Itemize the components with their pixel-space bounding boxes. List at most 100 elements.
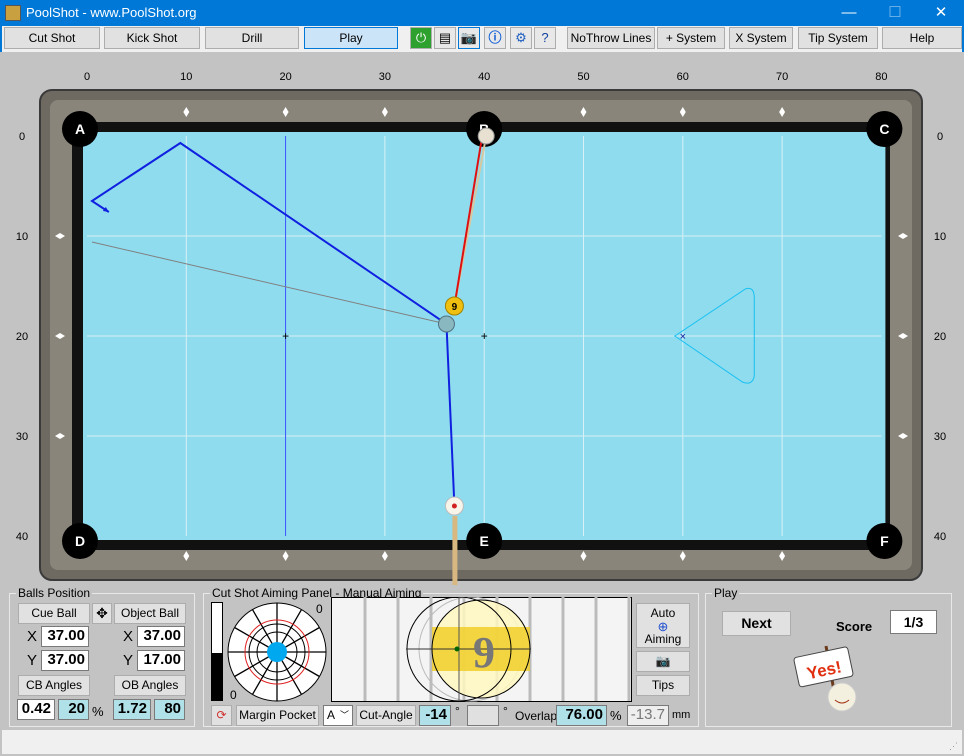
ob-x-field[interactable]: 37.00 xyxy=(137,626,185,647)
ghost-ball xyxy=(437,315,455,333)
app-icon xyxy=(5,5,21,21)
cb-angle-field-2[interactable]: 20 xyxy=(58,699,89,720)
x-system-button[interactable]: X System xyxy=(729,27,793,49)
pool-table[interactable]: 01020304050607080001010202030304040ABCDE… xyxy=(0,52,964,585)
cb-angles-button[interactable]: CB Angles xyxy=(18,675,90,696)
window-title: PoolShot - www.PoolShot.org xyxy=(26,5,197,20)
ob-x-label: X xyxy=(123,628,134,645)
score-label: Score xyxy=(836,619,873,634)
ball-number: 9 xyxy=(473,628,495,677)
center-spot-icon: + xyxy=(481,329,488,343)
score-value: 1/3 xyxy=(890,610,937,634)
x-tick-label: 10 xyxy=(180,71,192,83)
margin-pocket-button[interactable]: Margin Pocket xyxy=(236,705,319,726)
balls-position-title: Balls Position xyxy=(16,586,93,600)
camera-icon[interactable]: 📷 xyxy=(458,27,480,49)
object-ball-number: 9 xyxy=(452,302,458,313)
pocket-label: D xyxy=(75,533,85,549)
cut-angle-field[interactable]: -14 xyxy=(419,705,451,726)
cb-y-label: Y xyxy=(27,652,38,669)
power-bar[interactable] xyxy=(211,602,223,701)
maximize-button[interactable]: ☐ xyxy=(872,0,918,26)
cue-tip-target[interactable] xyxy=(227,602,327,702)
ob-angle-field-1[interactable]: 1.72 xyxy=(113,699,151,720)
minimize-button[interactable]: — xyxy=(826,0,872,26)
kick-shot-button[interactable]: Kick Shot xyxy=(104,27,200,49)
help-doc-icon[interactable]: ? xyxy=(534,27,556,49)
y-tick-label: 30 xyxy=(16,431,28,443)
x-tick-label: 30 xyxy=(379,71,391,83)
x-tick-label: 40 xyxy=(478,71,490,83)
pocket-label: F xyxy=(880,533,889,549)
status-bar: ⋰ xyxy=(2,730,962,754)
plus-system-button[interactable]: + System xyxy=(657,27,725,49)
cut-angle-button[interactable]: Cut-Angle xyxy=(356,705,416,726)
next-button[interactable]: Next xyxy=(722,611,791,636)
overlap-field[interactable]: 76.00 xyxy=(556,705,607,726)
offset-field: -13.7 xyxy=(627,705,669,726)
percent-label: % xyxy=(92,704,104,719)
x-tick-label: 0 xyxy=(84,71,90,83)
move-icon[interactable]: ✥ xyxy=(92,603,112,624)
chevron-down-icon: ﹀ xyxy=(339,710,349,720)
drill-button[interactable]: Drill xyxy=(205,27,299,49)
head-spot-icon: + xyxy=(282,329,289,343)
refresh-icon[interactable]: ⟳ xyxy=(211,705,232,726)
cb-angle-field-1[interactable]: 0.42 xyxy=(17,699,55,720)
x-tick-label: 20 xyxy=(279,71,291,83)
overlap-view[interactable]: 9 xyxy=(331,597,632,702)
cut-shot-button[interactable]: Cut Shot xyxy=(4,27,100,49)
pocket-select[interactable]: A ﹀ xyxy=(323,705,353,726)
y-tick-label: 20 xyxy=(16,331,28,343)
x-tick-label: 60 xyxy=(677,71,689,83)
resize-grip-icon[interactable]: ⋰ xyxy=(949,741,958,752)
snapshot-button[interactable]: 📷 xyxy=(636,651,690,672)
y-tick-label: 40 xyxy=(16,531,28,543)
auto-aiming-button[interactable]: Auto ⊕ Aiming xyxy=(636,603,690,648)
print-icon[interactable]: ▤ xyxy=(434,27,456,49)
ob-y-field[interactable]: 17.00 xyxy=(137,650,185,671)
toolbar: Cut Shot Kick Shot Drill Play ⏻ ▤ 📷 ⓘ ⚙ … xyxy=(0,26,964,52)
x-tick-label: 50 xyxy=(577,71,589,83)
pocket-select-value: A xyxy=(327,708,336,722)
yes-mascot-image: Yes! xyxy=(793,645,857,712)
tip-system-button[interactable]: Tip System xyxy=(798,27,878,49)
y-tick-label: 20 xyxy=(934,331,946,343)
ob-y-label: Y xyxy=(123,652,134,669)
cue-ball-button[interactable]: Cue Ball xyxy=(18,603,90,624)
power-icon[interactable]: ⏻ xyxy=(410,27,432,49)
tips-button[interactable]: Tips xyxy=(636,675,690,696)
x-tick-label: 70 xyxy=(776,71,788,83)
ob-angle-field-2[interactable]: 80 xyxy=(154,699,185,720)
y-tick-label: 0 xyxy=(19,131,25,143)
pocket-label: C xyxy=(879,121,889,137)
cue-stick[interactable] xyxy=(452,516,458,585)
play-button[interactable]: Play xyxy=(304,27,398,49)
y-tick-label: 10 xyxy=(934,231,946,243)
cb-y-field[interactable]: 37.00 xyxy=(41,650,89,671)
settings-icon[interactable]: ⚙ xyxy=(510,27,532,49)
foot-spot-icon: × xyxy=(680,331,686,343)
help-button[interactable]: Help xyxy=(882,27,962,49)
y-tick-label: 0 xyxy=(937,131,943,143)
offset-unit: mm xyxy=(672,709,691,721)
nothrow-lines-button[interactable]: NoThrow Lines xyxy=(567,27,655,49)
cb-x-label: X xyxy=(27,628,38,645)
close-button[interactable]: ✕ xyxy=(918,0,964,26)
info-icon[interactable]: ⓘ xyxy=(484,27,506,49)
title-bar: PoolShot - www.PoolShot.org — ☐ ✕ xyxy=(0,0,964,26)
pocket-label: A xyxy=(75,121,85,137)
overlap-label: Overlap xyxy=(515,709,558,723)
overlap-unit: % xyxy=(610,708,622,723)
play-title: Play xyxy=(712,586,740,600)
cb-x-field[interactable]: 37.00 xyxy=(41,626,89,647)
auto-aiming-label-2: Aiming xyxy=(644,632,682,646)
pocket-label: E xyxy=(480,533,489,549)
object-ball-button[interactable]: Object Ball xyxy=(114,603,186,624)
y-tick-label: 30 xyxy=(934,431,946,443)
x-tick-label: 80 xyxy=(875,71,887,83)
ob-angles-button[interactable]: OB Angles xyxy=(114,675,186,696)
degree-label-2: ° xyxy=(503,704,508,718)
degree-label: ° xyxy=(455,704,460,718)
angle-field-2[interactable] xyxy=(467,705,499,726)
